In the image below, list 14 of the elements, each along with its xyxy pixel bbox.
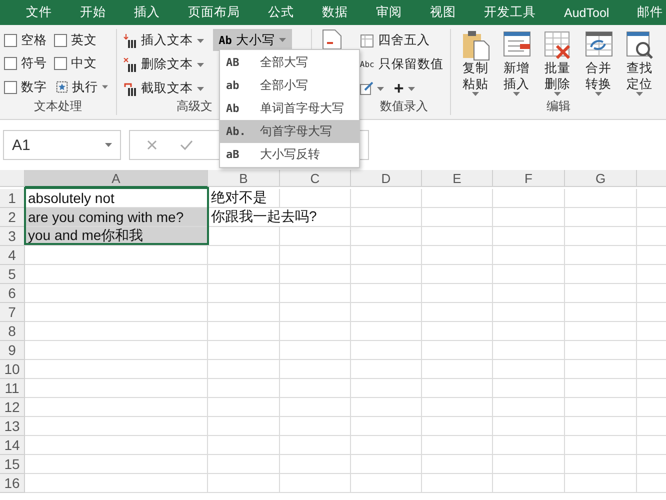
cell-text: 绝对不是 — [211, 189, 267, 207]
checkbox-label: 空格 — [21, 32, 47, 49]
checkbox-label: 英文 — [71, 32, 97, 49]
cell-text: 你跟我一起去吗? — [211, 208, 317, 226]
cell-text: you and me你和我 — [28, 227, 144, 245]
group-label: 高级文 — [176, 98, 213, 115]
checkbox-label: 符号 — [21, 54, 47, 72]
checkbox-label: 数字 — [21, 79, 47, 96]
cell-text: are you coming with me? — [28, 209, 184, 225]
cell-text: absolutely not — [28, 190, 114, 206]
checkbox-label: 中文 — [71, 54, 97, 72]
group-label: 编辑 — [546, 98, 570, 115]
group-label: 文本处理 — [34, 98, 82, 115]
group-label: 数值录入 — [380, 98, 428, 115]
